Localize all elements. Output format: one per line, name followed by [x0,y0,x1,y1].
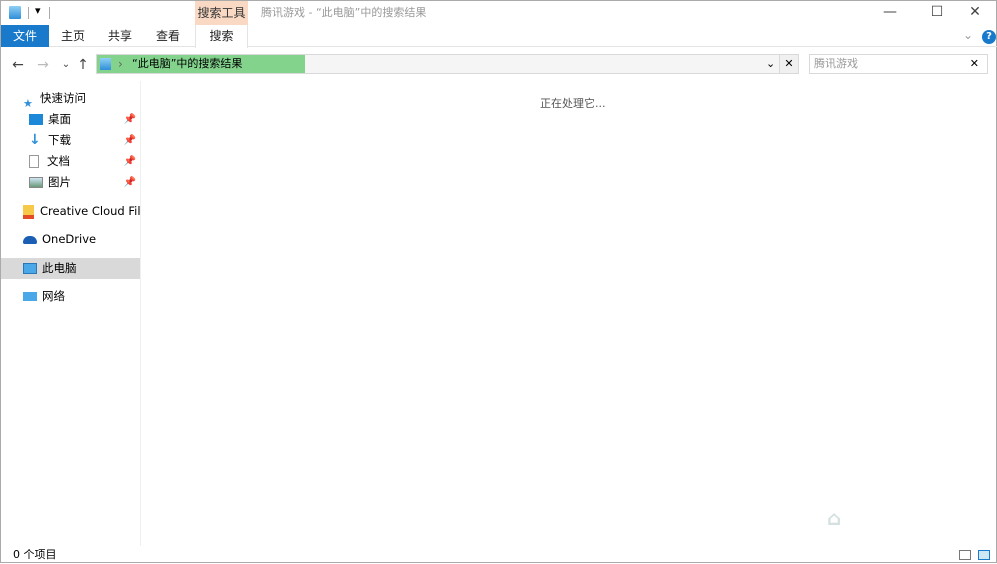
folder-icon [9,6,21,19]
context-tab-search-tools: 搜索工具 [195,1,248,25]
sidebar-item-label: OneDrive [42,232,97,246]
title-bar: ▾ 搜索工具 腾讯游戏 - “此电脑”中的搜索结果 — ☐ ✕ [1,1,997,25]
star-icon: ★ [23,97,33,109]
sidebar-item-label: 桌面 [48,112,71,126]
pin-icon[interactable]: 📌 [124,172,136,193]
breadcrumb-separator[interactable]: › [118,55,123,73]
back-button[interactable]: ← [9,53,27,77]
sidebar-item-downloads[interactable]: ↓ 下载 📌 [1,130,140,151]
processing-message: 正在处理它... [540,97,606,110]
creative-cloud-icon [23,204,34,219]
clear-search-button[interactable]: ✕ [780,54,799,74]
recent-locations-button[interactable]: ⌄ [57,53,75,77]
sidebar-item-this-pc[interactable]: 此电脑 [1,258,140,279]
navigation-pane: ★ 快速访问 桌面 📌 ↓ 下载 📌 文档 📌 图片 📌 Creative Cloud Fi… [1,81,141,546]
details-view-button[interactable] [959,550,971,560]
cloud-icon [23,235,37,244]
search-box[interactable]: 腾讯游戏 ✕ [809,54,988,74]
pin-icon[interactable]: 📌 [124,130,136,151]
sidebar-item-network[interactable]: 网络 [1,286,140,307]
sidebar-item-label: Creative Cloud Files [40,204,140,218]
ribbon-expand-button[interactable]: ⌄ [963,28,973,42]
pictures-icon [29,177,43,188]
sidebar-item-label: 网络 [42,289,65,303]
sidebar-item-label: 此电脑 [42,261,77,275]
pin-icon[interactable]: 📌 [124,151,136,172]
sidebar-item-documents[interactable]: 文档 📌 [1,151,140,172]
help-icon[interactable]: ? [982,30,996,44]
sidebar-item-quick-access[interactable]: ★ 快速访问 [1,88,140,109]
minimize-button[interactable]: — [867,1,913,25]
item-count: 0 个项目 [13,548,57,561]
sidebar-item-label: 文档 [47,154,70,168]
sidebar-item-creative-cloud[interactable]: Creative Cloud Files [1,201,140,222]
tab-search[interactable]: 搜索 [195,25,248,48]
sidebar-item-onedrive[interactable]: OneDrive [1,229,140,250]
tab-share[interactable]: 共享 [98,25,142,47]
tab-home[interactable]: 主页 [51,25,95,47]
tab-file[interactable]: 文件 [1,25,49,47]
network-icon [23,292,37,301]
qat-separator [49,7,50,19]
pin-icon[interactable]: 📌 [124,109,136,130]
sidebar-item-label: 下载 [48,133,71,147]
tab-view[interactable]: 查看 [145,25,191,47]
search-input[interactable]: 腾讯游戏 [814,55,858,73]
watermark-logo: ⌂ [827,506,842,530]
computer-icon [23,263,37,274]
qat-dropdown[interactable]: ▾ [35,4,41,17]
desktop-icon [29,114,43,125]
sidebar-item-pictures[interactable]: 图片 📌 [1,172,140,193]
address-bar[interactable]: › “此电脑”中的搜索结果 ⌄ [96,54,780,74]
status-bar: 0 个项目 [1,546,997,564]
sidebar-item-label: 快速访问 [40,91,86,105]
address-dropdown[interactable]: ⌄ [766,55,775,73]
large-icons-view-button[interactable] [978,550,990,560]
address-text: “此电脑”中的搜索结果 [132,57,243,70]
computer-icon [100,58,111,70]
qat-separator [28,7,29,19]
sidebar-item-label: 图片 [48,175,71,189]
search-clear-icon[interactable]: ✕ [970,55,979,73]
document-icon [29,155,39,168]
up-button[interactable]: ↑ [74,53,92,77]
forward-button[interactable]: → [34,53,52,77]
download-icon: ↓ [29,132,41,148]
close-button[interactable]: ✕ [952,1,997,25]
sidebar-item-desktop[interactable]: 桌面 📌 [1,109,140,130]
window-title: 腾讯游戏 - “此电脑”中的搜索结果 [261,6,427,19]
